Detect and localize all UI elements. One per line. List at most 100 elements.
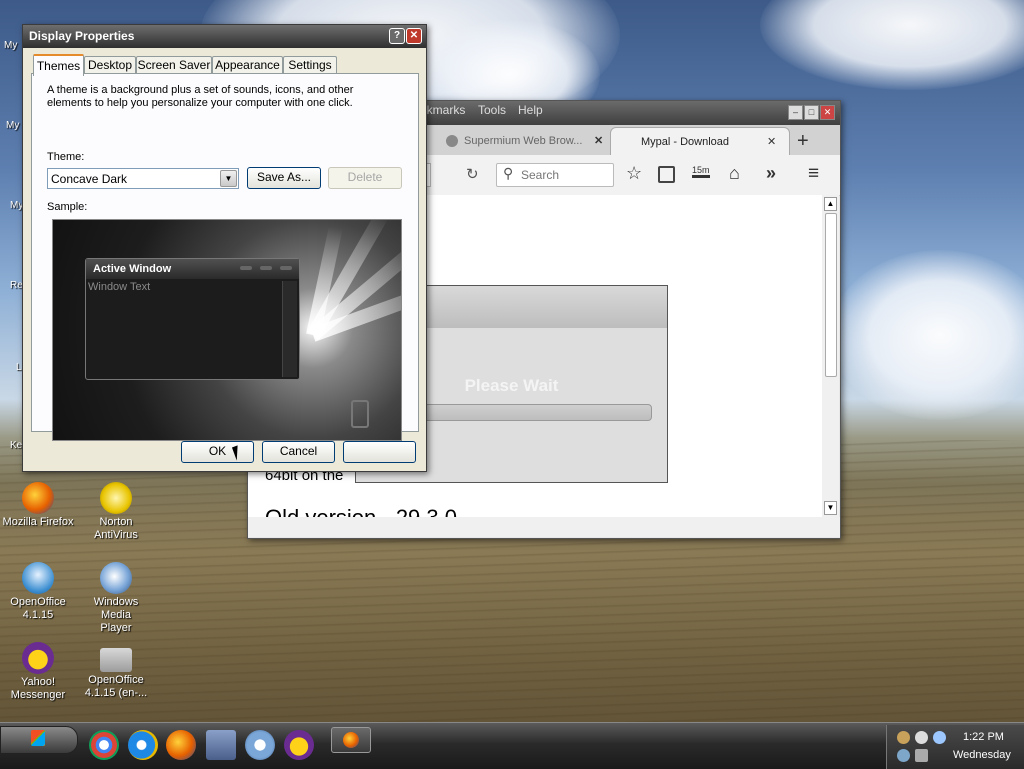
network-icon[interactable]	[897, 731, 910, 744]
desktop-icon-label: AntiVirus	[94, 529, 138, 541]
status-icon[interactable]	[915, 731, 928, 744]
tab-mypal-download[interactable]: Mypal - Download ✕	[610, 127, 790, 156]
scroll-down-icon[interactable]: ▼	[824, 501, 837, 515]
chevron-down-icon[interactable]: ▼	[220, 170, 237, 187]
close-button[interactable]: ✕	[406, 28, 422, 44]
desktop-icon-label: Player	[100, 622, 132, 634]
desktop-edge-label: L	[16, 362, 22, 373]
desktop-icon-label: OpenOffice	[10, 596, 66, 608]
taskbar-button-firefox[interactable]	[331, 727, 371, 753]
help-button[interactable]: ?	[389, 28, 405, 44]
reload-icon[interactable]: ↻	[466, 165, 479, 183]
close-button[interactable]: ✕	[820, 105, 835, 120]
window-titlebar[interactable]: Display Properties ? ✕	[23, 25, 426, 48]
internet-explorer-icon[interactable]	[128, 730, 158, 760]
save-as-button[interactable]: Save As...	[247, 167, 321, 189]
sample-active-window: Active Window Window Text	[85, 258, 300, 380]
desktop-edge-label: Re	[10, 280, 23, 291]
system-tray: 1:22 PM Wednesday	[886, 725, 1024, 769]
start-button[interactable]	[0, 726, 78, 754]
chrome-icon[interactable]	[89, 730, 119, 760]
window-title: Display Properties	[29, 29, 135, 43]
volume-icon[interactable]	[897, 749, 910, 762]
close-tab-icon[interactable]: ✕	[594, 127, 603, 155]
tab-label: Mypal - Download	[641, 136, 730, 148]
clock-day[interactable]: Wednesday	[953, 749, 1011, 761]
tab-screen-saver[interactable]: Screen Saver	[136, 56, 212, 74]
bookmark-star-icon[interactable]: ☆	[626, 163, 642, 184]
search-placeholder: Search	[521, 168, 560, 182]
home-icon[interactable]: ⌂	[729, 163, 740, 184]
openoffice-icon	[22, 562, 54, 594]
desktop-icon-label: 4.1.15 (en-...	[84, 687, 148, 699]
desktop-icon-label: Windows Media	[93, 596, 139, 621]
themes-panel: A theme is a background plus a set of so…	[31, 73, 419, 441]
desktop-icon-label: Mozilla Firefox	[2, 516, 74, 528]
new-tab-icon[interactable]: +	[797, 127, 809, 155]
tab-supermium[interactable]: Supermium Web Brow... ✕	[446, 127, 606, 155]
theme-select-value: Concave Dark	[51, 172, 128, 186]
scroll-up-icon[interactable]: ▲	[824, 197, 837, 211]
theme-select[interactable]: Concave Dark ▼	[47, 168, 239, 189]
apply-button[interactable]	[343, 441, 416, 463]
desktop-edge-label: My	[4, 40, 18, 51]
status-bar	[248, 517, 840, 537]
overflow-chevron-icon[interactable]: »	[766, 163, 776, 184]
desktop-icon-label: OpenOffice	[88, 674, 144, 686]
tab-desktop[interactable]: Desktop	[84, 56, 136, 74]
globe-icon	[446, 135, 458, 148]
media-player-icon[interactable]	[245, 730, 275, 760]
theme-description: A theme is a background plus a set of so…	[47, 84, 354, 109]
media-player-icon	[100, 562, 132, 594]
desktop-icon-label: Norton	[99, 516, 133, 528]
search-input[interactable]: ⚲ Search	[496, 163, 614, 187]
desktop-icon-openoffice[interactable]: OpenOffice 4.1.15	[0, 562, 76, 622]
maximize-icon	[260, 266, 272, 270]
battery-icon[interactable]	[915, 749, 928, 762]
yahoo-messenger-icon[interactable]	[284, 730, 314, 760]
delete-button: Delete	[328, 167, 402, 189]
menu-help[interactable]: Help	[518, 103, 543, 117]
cloud	[760, 0, 1024, 90]
tab-label: Supermium Web Brow...	[464, 135, 583, 147]
firefox-icon[interactable]	[166, 730, 196, 760]
sample-label: Sample:	[47, 201, 88, 213]
desktop-icon-openoffice-folder[interactable]: OpenOffice 4.1.15 (en-...	[78, 642, 154, 700]
windows-logo-icon	[31, 730, 45, 746]
close-icon	[280, 266, 292, 270]
close-tab-icon[interactable]: ✕	[767, 128, 776, 156]
display-properties-window: Display Properties ? ✕ Themes Desktop Sc…	[22, 24, 427, 472]
tab-appearance[interactable]: Appearance	[212, 56, 283, 74]
norton-icon	[100, 482, 132, 514]
sample-scrollbar	[282, 281, 297, 377]
vertical-scrollbar[interactable]: ▲ ▼	[822, 195, 839, 517]
timer-icon[interactable]: 15m	[692, 165, 710, 178]
desktop-icon-label: 4.1.15	[22, 609, 54, 621]
desktop-icon-norton[interactable]: Norton AntiVirus	[78, 482, 154, 542]
taskbar: 1:22 PM Wednesday	[0, 722, 1024, 769]
maximize-button[interactable]: □	[804, 105, 819, 120]
desktop-icon-firefox[interactable]: Mozilla Firefox	[0, 482, 76, 529]
explorer-window-icon[interactable]	[206, 730, 236, 760]
minimize-button[interactable]: –	[788, 105, 803, 120]
desktop-icon-label: Yahoo!	[20, 676, 56, 688]
firefox-icon	[22, 482, 54, 514]
cloud	[830, 250, 1024, 420]
phone-icon[interactable]	[933, 731, 946, 744]
yahoo-messenger-icon	[22, 642, 54, 674]
desktop-edge-label: Ke	[10, 440, 23, 451]
cancel-button[interactable]: Cancel	[262, 441, 335, 463]
desktop-icon-label: Messenger	[10, 689, 66, 701]
firefox-icon	[343, 732, 359, 748]
clock-time[interactable]: 1:22 PM	[963, 731, 1004, 743]
hamburger-menu-icon[interactable]: ≡	[808, 163, 819, 185]
desktop-edge-label: My	[6, 120, 20, 131]
desktop-icon-yahoo[interactable]: Yahoo! Messenger	[0, 642, 76, 702]
reading-list-icon[interactable]	[658, 166, 675, 183]
tab-themes[interactable]: Themes	[33, 54, 84, 76]
tab-settings[interactable]: Settings	[283, 56, 337, 74]
desktop-icon-media-player[interactable]: Windows Media Player	[78, 562, 154, 635]
menu-tools[interactable]: Tools	[478, 103, 506, 117]
scroll-thumb[interactable]	[825, 213, 837, 377]
sample-window-title: Active Window	[93, 263, 172, 275]
